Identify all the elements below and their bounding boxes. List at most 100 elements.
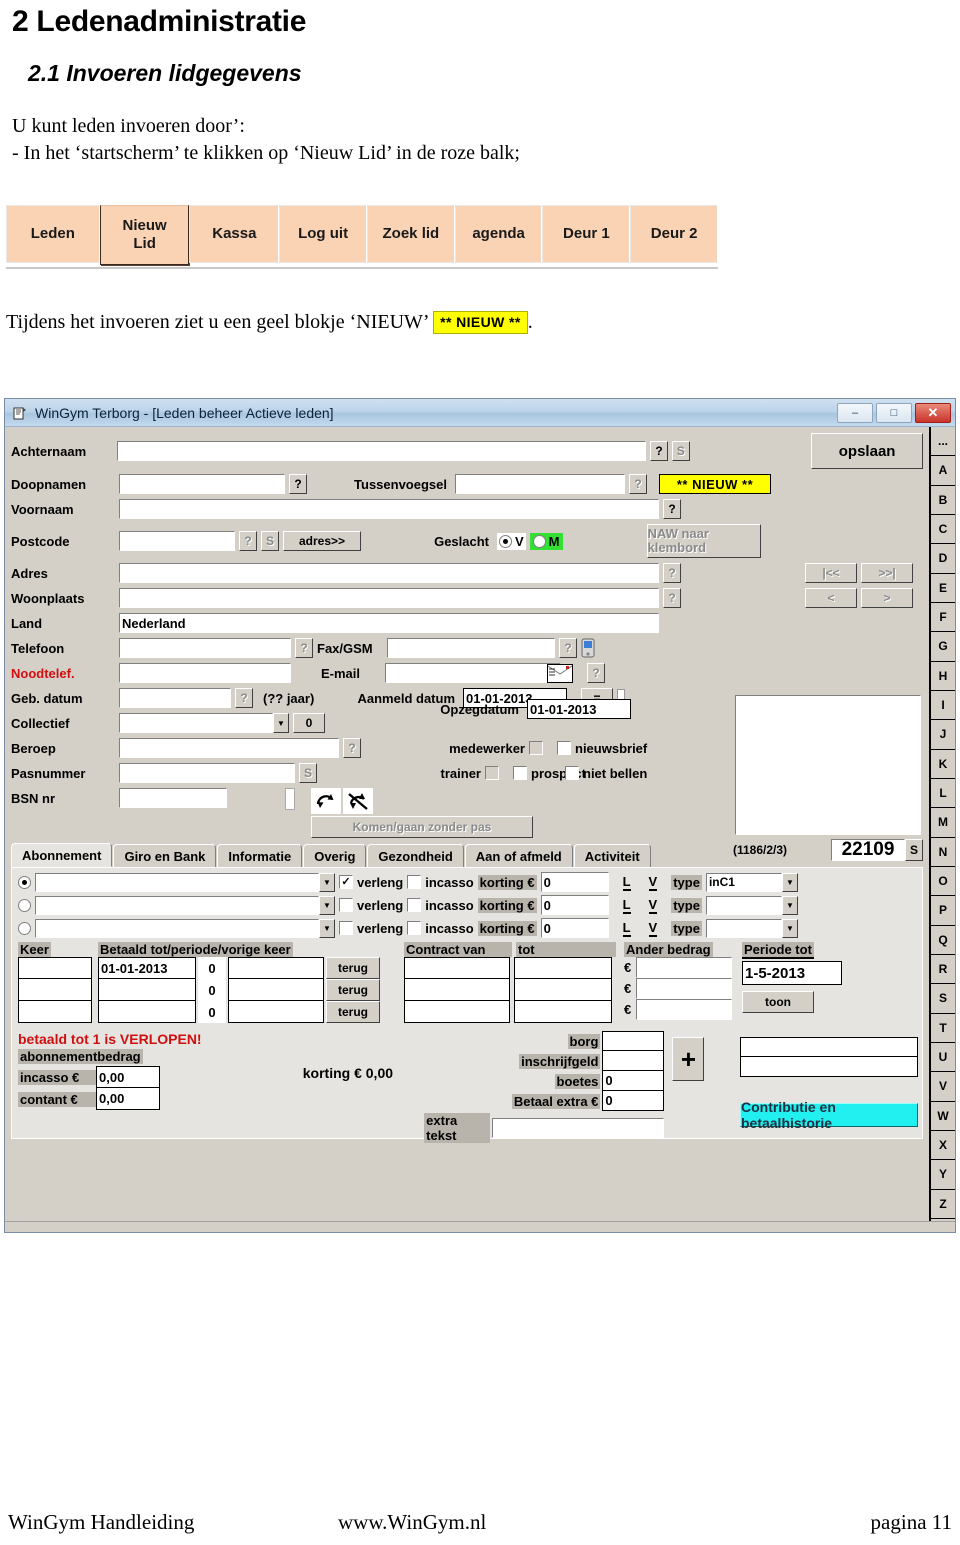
input-contract-van-1[interactable] bbox=[404, 957, 510, 979]
checkbox-verleng-3[interactable] bbox=[339, 921, 353, 935]
chevron-down-icon[interactable]: ▼ bbox=[319, 895, 335, 915]
chevron-down-icon[interactable]: ▼ bbox=[781, 872, 798, 892]
alpha-item-v[interactable]: V bbox=[931, 1072, 955, 1102]
input-faxgsm[interactable] bbox=[387, 638, 555, 658]
input-korting-1[interactable]: 0 bbox=[540, 872, 609, 892]
input-contract-tot-2[interactable] bbox=[514, 979, 612, 1001]
toolbar-button-nieuw-lid[interactable]: Nieuw Lid bbox=[99, 204, 190, 265]
tab-informatie[interactable]: Informatie bbox=[217, 844, 303, 867]
input-vorige-keer-3[interactable] bbox=[228, 1001, 324, 1023]
checkbox-medewerker[interactable] bbox=[529, 741, 543, 755]
select-type-2[interactable]: ▼ bbox=[705, 895, 798, 915]
alpha-item-dots[interactable]: ... bbox=[931, 427, 955, 457]
email-envelope-icon[interactable] bbox=[547, 663, 573, 683]
alpha-item-c[interactable]: C bbox=[931, 514, 955, 545]
input-contract-tot-3[interactable] bbox=[514, 1001, 612, 1023]
contributie-betaalhistorie-button[interactable]: Contributie en betaalhistorie bbox=[739, 1099, 918, 1131]
input-vorige-keer-2[interactable] bbox=[228, 979, 324, 1001]
member-photo-box[interactable] bbox=[735, 695, 921, 835]
input-ander-bedrag-3[interactable] bbox=[636, 999, 732, 1020]
email-help-button[interactable]: ? bbox=[587, 663, 605, 683]
alpha-item-l[interactable]: L bbox=[931, 778, 955, 809]
input-pasnummer[interactable] bbox=[119, 763, 295, 783]
close-icon[interactable]: ✕ bbox=[915, 402, 951, 423]
input-geb-datum[interactable] bbox=[119, 688, 231, 708]
input-opzegdatum[interactable]: 01-01-2013 bbox=[527, 699, 631, 719]
tab-overig[interactable]: Overig bbox=[303, 844, 367, 867]
alpha-item-h[interactable]: H bbox=[931, 661, 955, 691]
mobile-phone-icon[interactable] bbox=[581, 638, 597, 658]
input-korting-2[interactable]: 0 bbox=[540, 895, 609, 915]
add-plus-button[interactable]: + bbox=[672, 1037, 705, 1081]
input-telefoon[interactable] bbox=[119, 638, 291, 658]
input-ander-bedrag-1[interactable] bbox=[636, 957, 732, 978]
alpha-item-f[interactable]: F bbox=[931, 602, 955, 633]
radio-subscription-2[interactable] bbox=[18, 898, 31, 912]
komen-gaan-zonder-pas-button[interactable]: Komen/gaan zonder pas bbox=[311, 816, 533, 838]
input-boetes[interactable]: 0 bbox=[602, 1071, 665, 1091]
tab-abonnement[interactable]: Abonnement bbox=[11, 843, 113, 867]
input-doopnamen[interactable] bbox=[119, 474, 285, 494]
alpha-item-u[interactable]: U bbox=[931, 1042, 955, 1073]
toolbar-button-deur-1[interactable]: Deur 1 bbox=[542, 204, 631, 263]
input-achternaam[interactable] bbox=[116, 441, 647, 461]
checkbox-incasso-1[interactable] bbox=[407, 875, 422, 889]
achternaam-help-button[interactable]: ? bbox=[650, 441, 668, 461]
checkbox-verleng-2[interactable] bbox=[339, 898, 353, 912]
input-inschrijfgeld[interactable] bbox=[602, 1051, 665, 1071]
gaan-rotate-cancel-icon[interactable] bbox=[343, 788, 373, 814]
alpha-item-p[interactable]: P bbox=[931, 896, 955, 926]
input-land[interactable]: Nederland bbox=[119, 613, 659, 633]
chevron-down-icon[interactable]: ▼ bbox=[319, 872, 335, 892]
alpha-item-m[interactable]: M bbox=[931, 808, 955, 838]
value-contant-bedrag[interactable]: 0,00 bbox=[96, 1088, 160, 1110]
alpha-item-j[interactable]: J bbox=[931, 720, 955, 750]
alpha-item-b[interactable]: B bbox=[931, 485, 955, 515]
button-l-3[interactable]: L bbox=[622, 920, 631, 937]
alpha-item-n[interactable]: N bbox=[931, 837, 955, 867]
input-keer-2[interactable] bbox=[18, 979, 92, 1001]
alpha-item-w[interactable]: W bbox=[931, 1101, 955, 1131]
input-periode-tot[interactable]: 1-5-2013 bbox=[742, 961, 842, 985]
select-plan-1[interactable]: ▼ bbox=[35, 872, 335, 892]
toolbar-button-deur-2[interactable]: Deur 2 bbox=[630, 204, 718, 263]
input-borg[interactable] bbox=[602, 1031, 665, 1051]
geslacht-option-m[interactable]: M bbox=[529, 532, 563, 550]
tab-giro-en-bank[interactable]: Giro en Bank bbox=[113, 844, 217, 867]
checkbox-verleng-1[interactable]: ✓ bbox=[339, 875, 353, 889]
checkbox-prospect[interactable] bbox=[513, 766, 527, 780]
pasnummer-search-button[interactable]: S bbox=[299, 763, 317, 783]
toolbar-button-leden[interactable]: Leden bbox=[6, 204, 100, 263]
input-adres[interactable] bbox=[119, 563, 659, 583]
nav-next-button[interactable]: > bbox=[861, 588, 913, 608]
toolbar-button-agenda[interactable]: agenda bbox=[454, 204, 543, 263]
member-number-search-button[interactable]: S bbox=[905, 839, 923, 861]
input-bsn[interactable] bbox=[119, 788, 227, 808]
select-type-1[interactable]: inC1 ▼ bbox=[705, 872, 798, 892]
select-type-3[interactable]: ▼ bbox=[705, 918, 798, 938]
chevron-down-icon[interactable]: ▼ bbox=[781, 895, 798, 915]
radio-subscription-3[interactable] bbox=[18, 921, 31, 935]
doopnamen-help-button[interactable]: ? bbox=[289, 474, 307, 494]
terug-button-1[interactable]: terug bbox=[326, 957, 380, 979]
collectief-count-button[interactable]: 0 bbox=[293, 713, 325, 733]
alpha-item-i[interactable]: I bbox=[931, 690, 955, 721]
alpha-item-a[interactable]: A bbox=[931, 456, 955, 486]
faxgsm-help-button[interactable]: ? bbox=[559, 638, 577, 658]
input-beroep[interactable] bbox=[119, 738, 339, 758]
button-l-2[interactable]: L bbox=[622, 897, 631, 914]
alpha-item-x[interactable]: X bbox=[931, 1130, 955, 1161]
restore-icon[interactable]: □ bbox=[876, 402, 912, 423]
postcode-help-button[interactable]: ? bbox=[239, 531, 257, 551]
alpha-item-s[interactable]: S bbox=[931, 984, 955, 1014]
input-woonplaats[interactable] bbox=[119, 588, 659, 608]
nav-prev-button[interactable]: < bbox=[805, 588, 857, 608]
extra-field-1[interactable] bbox=[739, 1037, 918, 1057]
extra-field-2[interactable] bbox=[739, 1057, 918, 1077]
value-incasso-bedrag[interactable]: 0,00 bbox=[96, 1066, 160, 1088]
input-betaal-extra[interactable]: 0 bbox=[602, 1091, 665, 1111]
toolbar-button-kassa[interactable]: Kassa bbox=[189, 204, 280, 263]
achternaam-search-button[interactable]: S bbox=[671, 441, 690, 461]
chevron-down-icon[interactable]: ▼ bbox=[273, 713, 289, 733]
member-number-field[interactable]: 22109 bbox=[831, 839, 905, 861]
